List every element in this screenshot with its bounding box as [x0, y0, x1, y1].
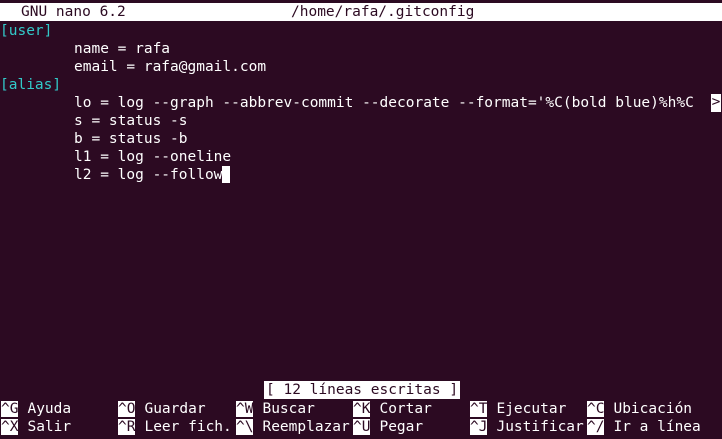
shortcut-row-2: ^X Salir ^R Leer fich. ^\ Reemplazar ^U Pega…: [0, 418, 722, 436]
shortcut-read-file[interactable]: ^R Leer fich.: [118, 418, 232, 436]
shortcut-key: ^/: [587, 419, 605, 435]
editor-area[interactable]: [user] name = rafa email = rafa@gmail.co…: [0, 22, 722, 377]
shortcut-key: ^R: [118, 419, 136, 435]
alias-line-s[interactable]: s = status -s: [74, 112, 188, 130]
shortcut-go-to-line[interactable]: ^/ Ir a línea: [587, 418, 701, 436]
shortcut-label: Ayuda: [27, 401, 72, 417]
shortcut-key: ^W: [236, 401, 254, 417]
alias-line-l1[interactable]: l1 = log --oneline: [74, 148, 231, 166]
shortcut-paste[interactable]: ^U Pegar: [353, 418, 423, 436]
shortcut-replace[interactable]: ^\ Reemplazar: [236, 418, 350, 436]
shortcut-key: ^X: [1, 419, 19, 435]
shortcut-label: Pegar: [379, 419, 424, 435]
section-header-user[interactable]: [user]: [0, 22, 52, 40]
shortcut-key: ^O: [118, 401, 136, 417]
shortcut-label: Buscar: [262, 401, 315, 417]
title-bar: GNU nano 6.2 /home/rafa/.gitconfig: [0, 3, 722, 21]
status-message: [ 12 líneas escritas ]: [264, 381, 461, 399]
shortcut-key: ^J: [470, 419, 488, 435]
shortcut-label: Ir a línea: [613, 419, 701, 435]
shortcut-label: Ubicación: [613, 401, 693, 417]
text-cursor: [222, 166, 231, 183]
shortcut-key: ^C: [587, 401, 605, 417]
shortcut-location[interactable]: ^C Ubicación: [587, 400, 692, 418]
shortcut-justify[interactable]: ^J Justificar: [470, 418, 584, 436]
shortcut-key: ^K: [353, 401, 371, 417]
shortcut-key: ^\: [236, 419, 254, 435]
shortcut-key: ^T: [470, 401, 488, 417]
shortcut-exit[interactable]: ^X Salir: [1, 418, 71, 436]
shortcut-search[interactable]: ^W Buscar: [236, 400, 315, 418]
config-line-email[interactable]: email = rafa@gmail.com: [74, 58, 266, 76]
shortcut-label: Guardar: [144, 401, 206, 417]
shortcut-label: Leer fich.: [144, 419, 232, 435]
shortcut-key: ^U: [353, 419, 371, 435]
app-name: GNU nano 6.2: [21, 4, 126, 20]
shortcut-cut[interactable]: ^K Cortar: [353, 400, 432, 418]
shortcut-label: Reemplazar: [262, 419, 350, 435]
alias-line-l2[interactable]: l2 = log --follow: [74, 167, 222, 183]
alias-line-lo[interactable]: lo = log --graph --abbrev-commit --decor…: [74, 94, 694, 112]
shortcut-row-1: ^G Ayuda ^O Guardar ^W Buscar ^K Cortar ^T Ej…: [0, 400, 722, 418]
shortcut-save[interactable]: ^O Guardar: [118, 400, 206, 418]
config-line-name[interactable]: name = rafa: [74, 40, 170, 58]
shortcut-execute[interactable]: ^T Ejecutar: [470, 400, 566, 418]
shortcut-label: Justificar: [496, 419, 584, 435]
shortcut-help[interactable]: ^G Ayuda: [1, 400, 71, 418]
alias-line-l2-row[interactable]: l2 = log --follow: [74, 166, 231, 184]
line-overflow-indicator: >: [711, 94, 721, 112]
section-header-alias[interactable]: [alias]: [0, 76, 61, 94]
file-path: /home/rafa/.gitconfig: [291, 4, 475, 20]
alias-line-b[interactable]: b = status -b: [74, 130, 188, 148]
shortcut-label: Cortar: [379, 401, 432, 417]
shortcut-label: Ejecutar: [496, 401, 567, 417]
shortcut-key: ^G: [1, 401, 19, 417]
shortcut-label: Salir: [27, 419, 72, 435]
